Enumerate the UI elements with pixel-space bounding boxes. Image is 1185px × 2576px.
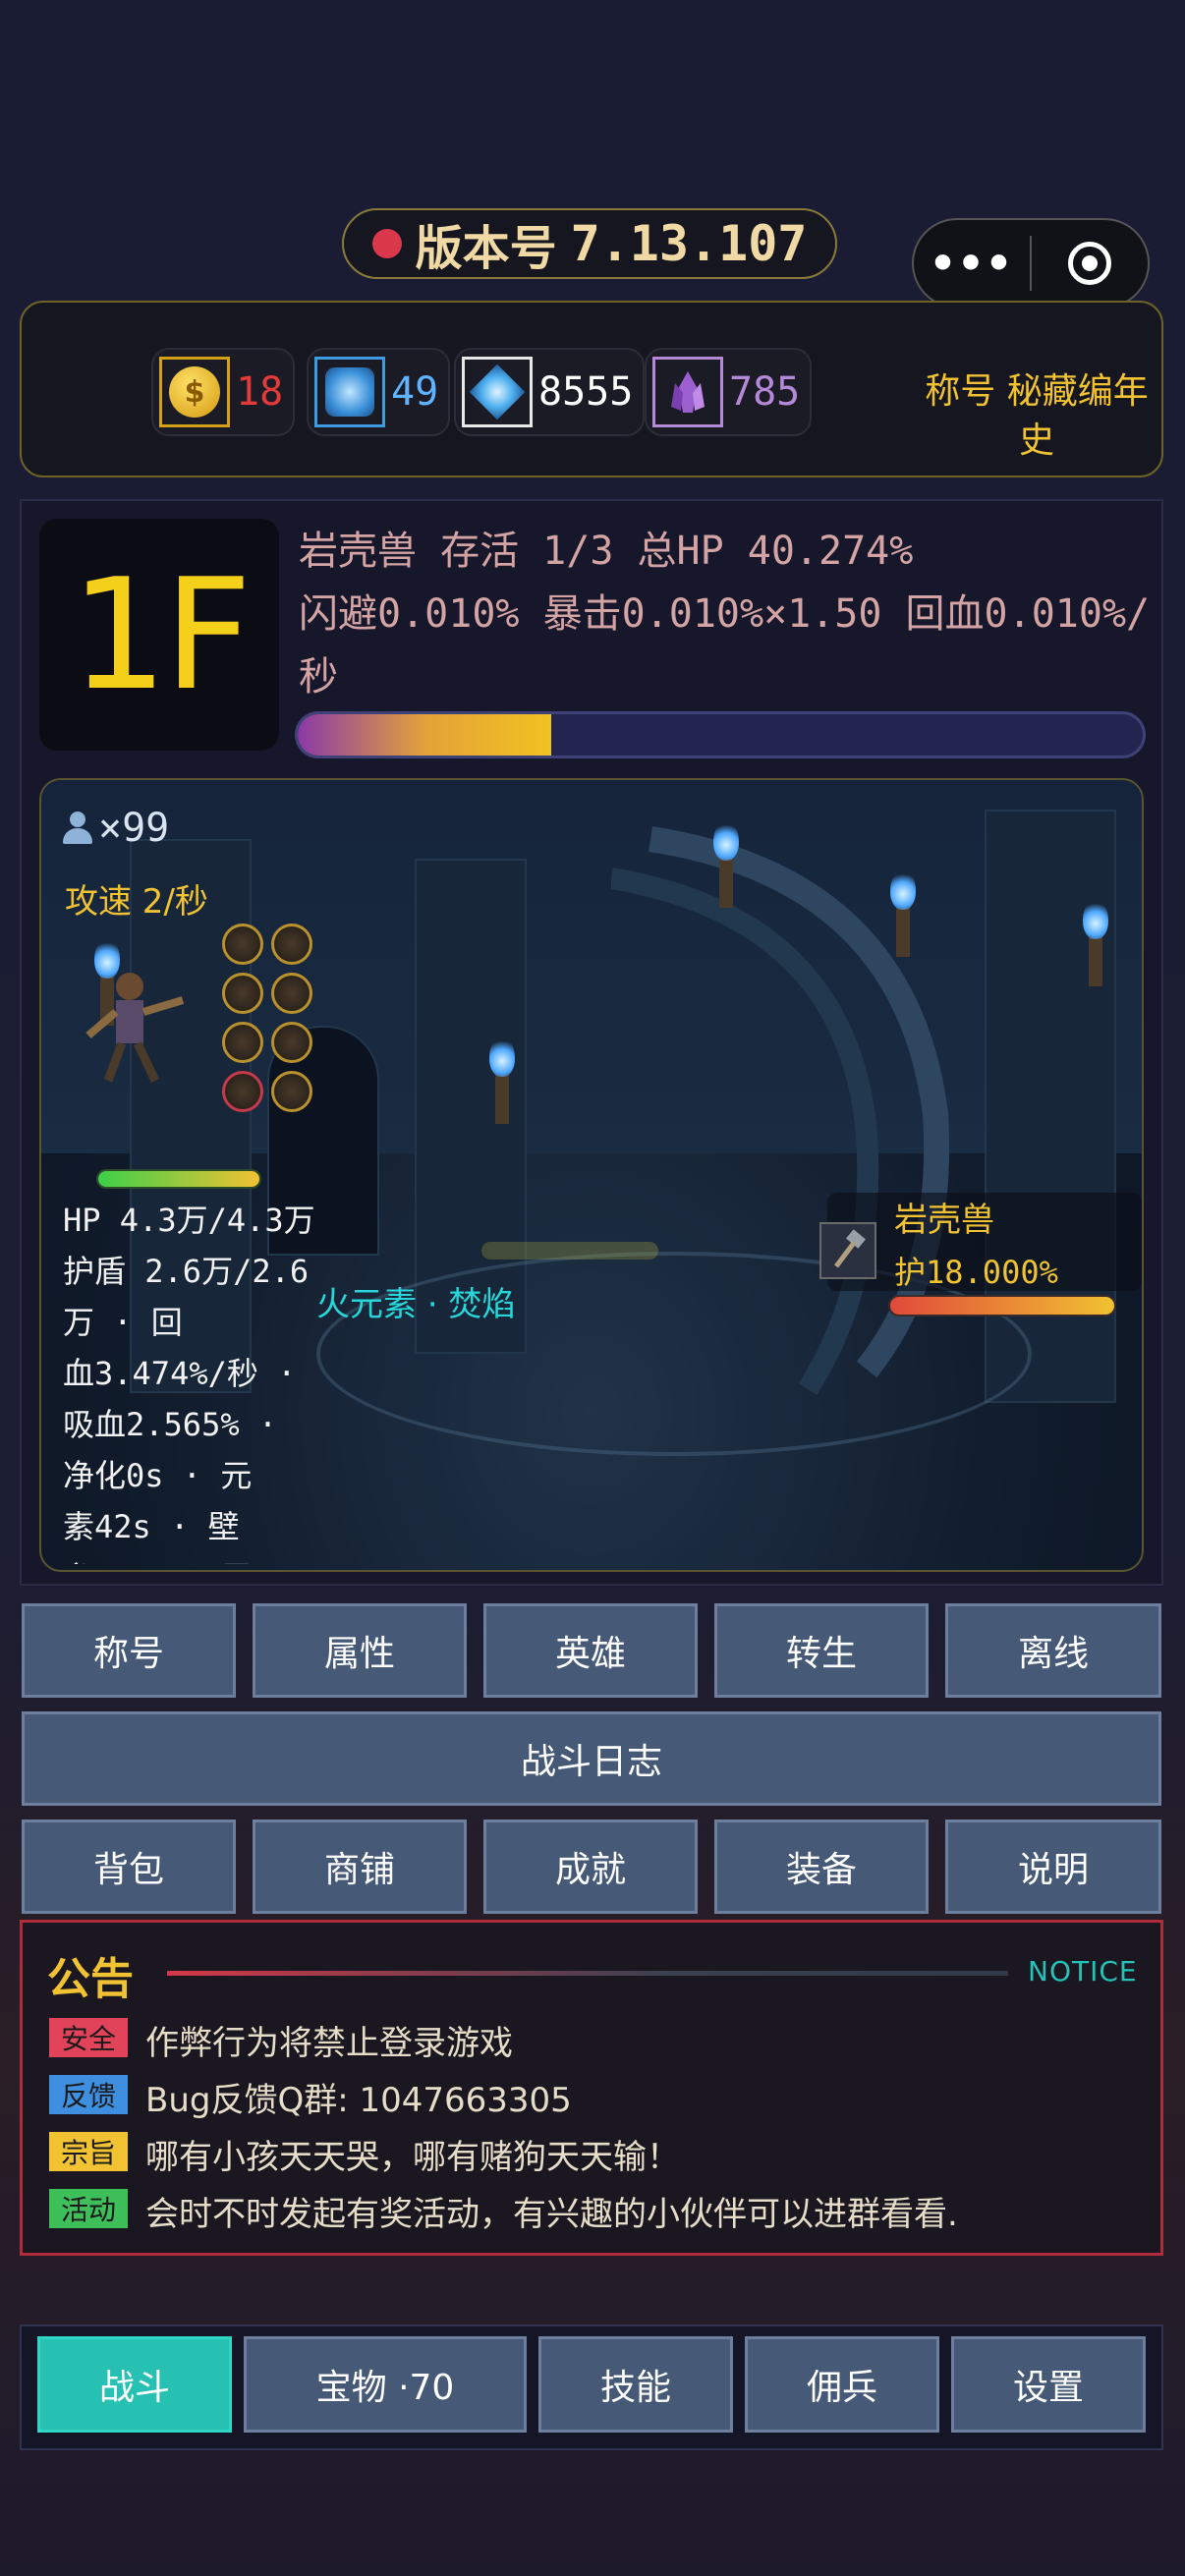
menu-achievements-button[interactable]: 成就 — [483, 1820, 698, 1914]
more-options-button[interactable]: ••• — [914, 220, 1030, 307]
boss-stats-line3: 秒 — [299, 654, 338, 700]
purple-crystal-icon — [652, 357, 723, 427]
hero-stat-line: 万 · 回 — [63, 1304, 183, 1341]
enemy-name: 岩壳兽 — [894, 1201, 994, 1240]
version-pill: 版本号 7.13.107 — [342, 208, 837, 279]
hammer-icon — [819, 1222, 876, 1279]
hero-hp-bar — [96, 1169, 261, 1189]
gold-value: 18 — [236, 369, 284, 415]
hero-stat-line: 净化0s · 元 — [63, 1457, 253, 1494]
skill-icon — [271, 973, 312, 1014]
floor-label: 1F — [70, 545, 253, 724]
version-number: 7.13.107 — [570, 215, 808, 272]
notice-tag-event: 活动 — [49, 2189, 128, 2228]
notice-text: 哪有小孩天天哭，哪有赌狗天天输！ — [145, 2138, 680, 2177]
notice-divider — [167, 1971, 1008, 1976]
notice-text: 作弊行为将禁止登录游戏 — [145, 2024, 513, 2063]
skill-icon — [222, 1071, 263, 1112]
hero-stat-line: HP 4.3万/4.3万 — [63, 1202, 315, 1239]
version-label: 版本号 — [415, 221, 557, 276]
skill-icon — [271, 1071, 312, 1112]
skill-icon — [222, 1022, 263, 1063]
blue-gem-value: 49 — [391, 369, 439, 415]
menu-heroes-button[interactable]: 英雄 — [483, 1603, 698, 1698]
player-title-label: 称号 — [925, 371, 996, 412]
version-status-dot — [371, 229, 402, 258]
hero-stat-line: 吸血2.565% · — [63, 1406, 278, 1443]
boss-hp-fill — [298, 714, 551, 756]
menu-rebirth-button[interactable]: 转生 — [714, 1603, 929, 1698]
floor-indicator: 1F — [39, 519, 279, 751]
menu-equipment-button[interactable]: 装备 — [714, 1820, 929, 1914]
player-title-value: 秘藏编年史 — [1006, 371, 1149, 461]
resource-purple-crystal[interactable]: 785 — [645, 348, 813, 436]
hero-character — [85, 973, 185, 1083]
hero-stats: HP 4.3万/4.3万 护盾 2.6万/2.6 万 · 回 血3.474%/秒… — [63, 1195, 318, 1564]
notice-tag-feedback: 反馈 — [49, 2075, 128, 2114]
nav-treasure-tab[interactable]: 宝物 ·70 — [244, 2336, 527, 2433]
hero-stat-line: 素42s · 壁 — [63, 1508, 240, 1545]
menu-help-button[interactable]: 说明 — [945, 1820, 1161, 1914]
hero-count: ×99 — [61, 806, 169, 851]
notice-subtitle: NOTICE — [1028, 1955, 1138, 1988]
notice-text: 会时不时发起有奖活动，有兴趣的小伙伴可以进群看看. — [145, 2195, 958, 2234]
blue-gem-icon — [314, 357, 385, 427]
resource-diamond[interactable]: 8555 — [454, 348, 646, 436]
hero-stat-line: 垒0s · 不屈0s — [63, 1552, 318, 1564]
menu-shop-button[interactable]: 商铺 — [253, 1820, 467, 1914]
boss-stats-line1: 岩壳兽 存活 1/3 总HP 40.274% — [299, 529, 914, 574]
nav-skills-tab[interactable]: 技能 — [538, 2336, 733, 2433]
enemy-shield: 护18.000% — [894, 1254, 1058, 1291]
more-dots-icon: ••• — [930, 238, 1014, 289]
notice-title: 公告 — [47, 1954, 134, 2004]
attack-speed: 攻速 2/秒 — [65, 882, 208, 922]
skill-icon — [222, 973, 263, 1014]
nav-settings-tab[interactable]: 设置 — [951, 2336, 1146, 2433]
hero-count-value: ×99 — [98, 806, 170, 851]
menu-attributes-button[interactable]: 属性 — [253, 1603, 467, 1698]
gold-coin-icon: $ — [159, 357, 230, 427]
menu-offline-button[interactable]: 离线 — [945, 1603, 1161, 1698]
resource-gold[interactable]: $ 18 — [151, 348, 296, 436]
close-miniprogram-button[interactable] — [1032, 220, 1148, 307]
nav-battle-tab[interactable]: 战斗 — [37, 2336, 232, 2433]
notice-tag-motto: 宗旨 — [49, 2132, 128, 2171]
boss-stats-line2: 闪避0.010% 暴击0.010%×1.50 回血0.010%/ — [299, 591, 1151, 637]
menu-backpack-button[interactable]: 背包 — [22, 1820, 236, 1914]
menu-title-button[interactable]: 称号 — [22, 1603, 236, 1698]
notice-tag-security: 安全 — [49, 2018, 128, 2057]
diamond-value: 8555 — [538, 369, 634, 415]
resource-blue-gem[interactable]: 49 — [307, 348, 451, 436]
skill-icon — [271, 1022, 312, 1063]
element-tag: 火元素 · 焚焰 — [316, 1285, 516, 1324]
hero-stat-line: 血3.474%/秒 · — [63, 1355, 297, 1392]
hero-stat-line: 护盾 2.6万/2.6 — [63, 1253, 310, 1290]
skill-icon — [271, 924, 312, 965]
boss-hp-bar — [295, 711, 1146, 758]
battle-log-button[interactable]: 战斗日志 — [22, 1711, 1161, 1806]
player-title[interactable]: 称号 秘藏编年史 — [914, 367, 1159, 466]
skill-icon — [222, 924, 263, 965]
person-icon — [61, 812, 94, 845]
target-circle-icon — [1067, 242, 1111, 285]
diamond-crystal-icon — [462, 357, 533, 427]
miniprogram-capsule: ••• — [912, 218, 1150, 308]
element-bar — [481, 1242, 658, 1260]
enemy-hp-bar — [888, 1295, 1116, 1316]
notice-text: Bug反馈Q群: 1047663305 — [145, 2081, 572, 2120]
nav-mercenary-tab[interactable]: 佣兵 — [745, 2336, 939, 2433]
purple-crystal-value: 785 — [729, 369, 801, 415]
